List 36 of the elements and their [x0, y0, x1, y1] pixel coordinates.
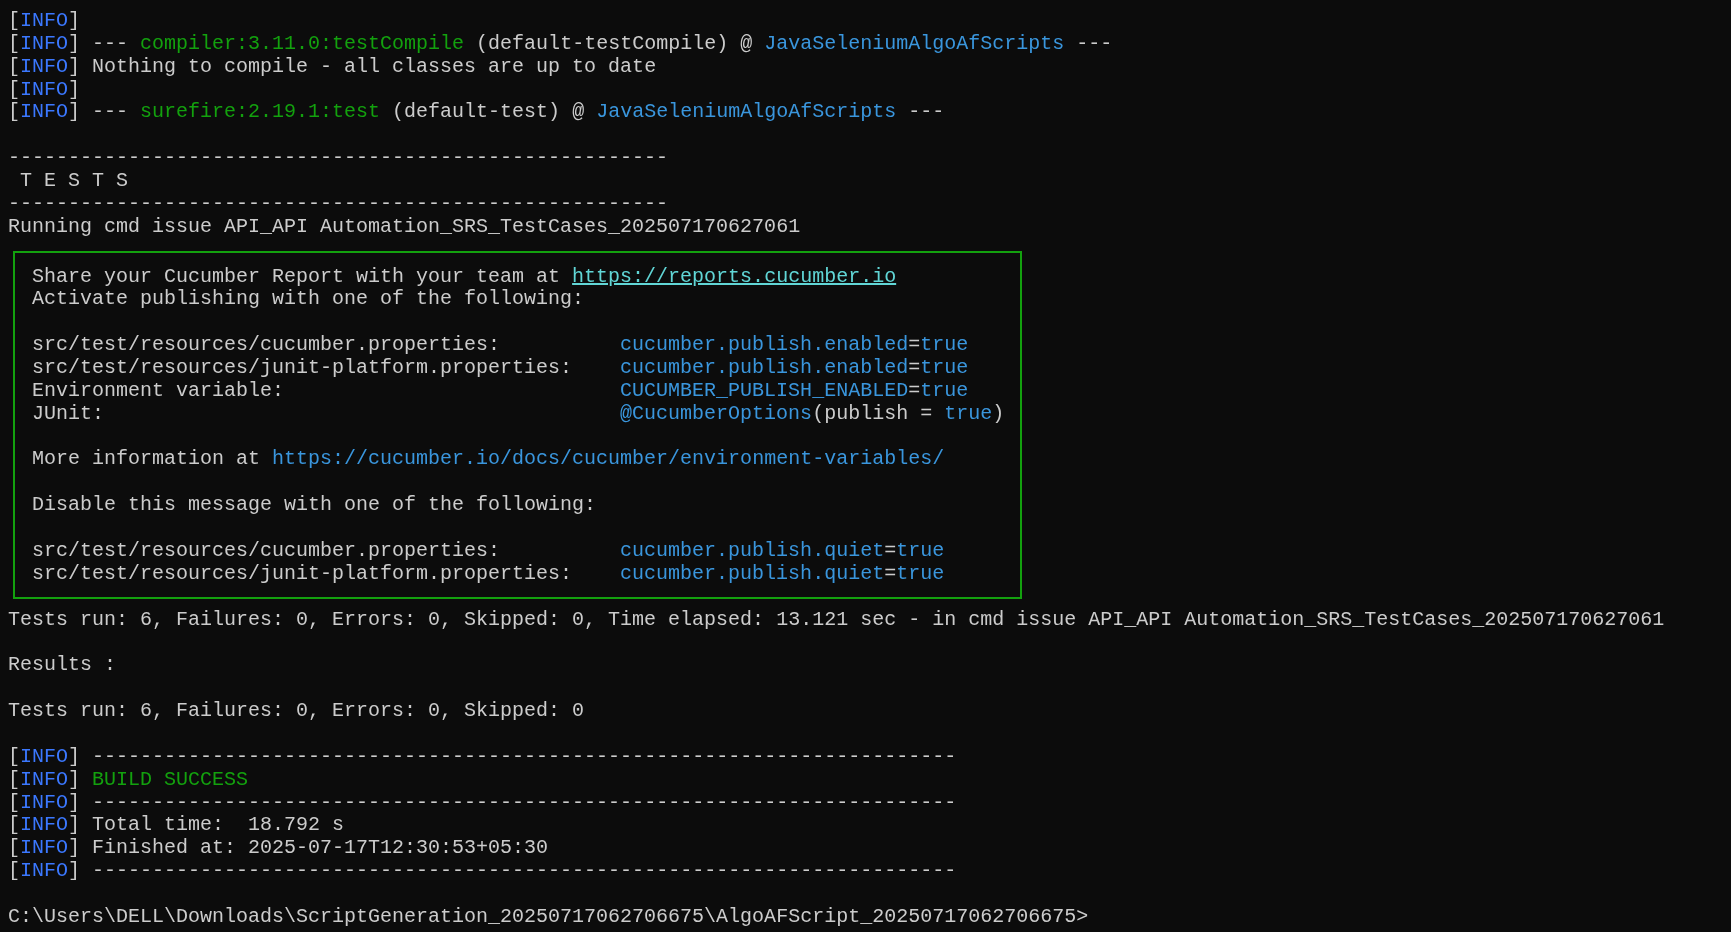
property-value: @CucumberOptions(publish = true) [620, 402, 1005, 426]
property-value: cucumber.publish.enabled=true [620, 334, 969, 358]
console-line: [INFO] Total time: 18.792 s [8, 813, 345, 837]
console-line: [INFO] Finished at: 2025-07-17T12:30:53+05:30 [8, 836, 549, 860]
property-name: src/test/resources/junit-platform.properties: [32, 356, 573, 380]
console-line: [INFO] BUILD SUCCESS [8, 767, 249, 791]
property-value: CUCUMBER_PUBLISH_ENABLED=true [620, 379, 969, 403]
console-line: [INFO] Nothing to compile - all classes are up to date [8, 54, 657, 78]
console-line: [INFO] --- compiler:3.11.0:testCompile (default-testCompile) @ JavaSeleniumAlgoAfScripts --- [8, 31, 1113, 55]
console-line: [INFO] ------------------------------------------------------------------------ [8, 744, 957, 768]
console-line: ------------------------------------------------------- [8, 191, 669, 215]
console-line: Tests run: 6, Failures: 0, Errors: 0, Skipped: 0, Time elapsed: 13.121 sec - in cmd issue API_API Automation_SRS_TestCases_202507170627061 [8, 607, 1665, 631]
property-name: src/test/resources/cucumber.properties: [32, 538, 501, 562]
console-line: ------------------------------------------------------- [8, 146, 669, 170]
console-line: [INFO] ------------------------------------------------------------------------ [8, 859, 957, 883]
property-name: Environment variable: [32, 378, 285, 402]
console-line: [INFO] ------------------------------------------------------------------------ [8, 790, 957, 814]
command-prompt: C:\Users\DELL\Downloads\ScriptGeneration_20250717062706675\AlgoAFScript_20250717062706675> [8, 904, 1089, 928]
console-line: [INFO] [8, 9, 81, 32]
console-line: Share your Cucumber Report with your team at https://reports.cucumber.io [32, 264, 897, 288]
console-line: Disable this message with one of the following: [32, 493, 597, 517]
console-line: [INFO] --- surefire:2.19.1:test (default-test) @ JavaSeleniumAlgoAfScripts --- [8, 100, 945, 124]
console-line: More information at https://cucumber.io/docs/cucumber/environment-variables/ [32, 447, 945, 471]
property-value: cucumber.publish.quiet=true [620, 539, 945, 563]
property-value: cucumber.publish.enabled=true [620, 357, 969, 380]
console-line: Results : [8, 653, 117, 677]
console-line: Activate publishing with one of the following: [32, 287, 585, 311]
property-name: src/test/resources/junit-platform.properties: [32, 561, 573, 585]
console-line: Running cmd issue API_API Automation_SRS_TestCases_202507170627061 [8, 214, 801, 238]
property-name: src/test/resources/cucumber.properties: [32, 333, 501, 357]
property-value: cucumber.publish.quiet=true [620, 562, 945, 586]
link[interactable]: https://reports.cucumber.io [572, 264, 897, 288]
console-line: [INFO] [8, 77, 81, 101]
console-line: Tests run: 6, Failures: 0, Errors: 0, Skipped: 0 [8, 699, 585, 723]
property-name: JUnit: [32, 401, 104, 425]
console-line: T E S T S [19, 169, 129, 192]
